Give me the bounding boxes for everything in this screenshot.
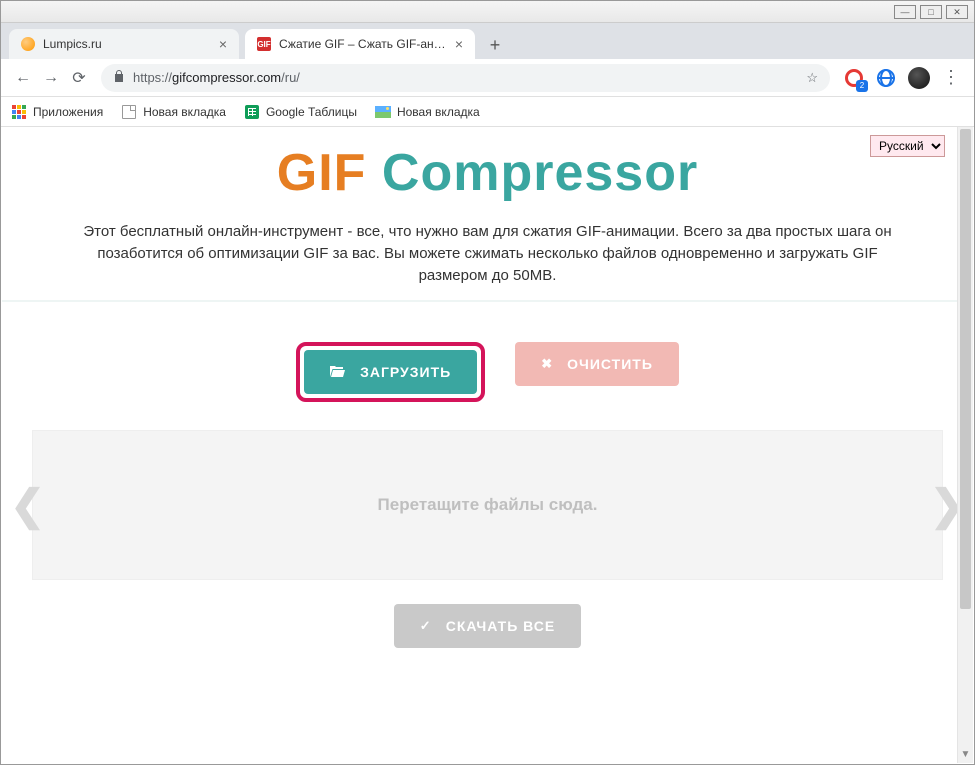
scroll-down-icon[interactable]: ▼ [958,747,973,763]
carousel-prev-button[interactable]: ❮ [10,481,45,530]
nav-reload-button[interactable]: ⟳ [65,64,93,92]
clear-button[interactable]: ✖ ОЧИСТИТЬ [515,342,679,386]
folder-open-icon [330,365,346,380]
browser-toolbar: ← → ⟳ https://gifcompressor.com/ru/ ☆ 2 … [1,59,974,97]
tab-close-icon[interactable]: × [219,36,227,52]
lock-icon [113,69,125,86]
bookmark-label: Новая вкладка [397,105,480,119]
url-path: /ru/ [281,70,300,85]
logo-part-compressor: Compressor [382,144,698,202]
vertical-scrollbar[interactable]: ▲ ▼ [957,127,973,763]
page-icon [121,104,137,120]
download-button-label: СКАЧАТЬ ВСЕ [446,618,555,634]
bookmark-label: Новая вкладка [143,105,226,119]
window-frame: — □ ✕ Lumpics.ru × GIF Сжатие GIF – Сжат… [0,0,975,765]
upload-button[interactable]: ЗАГРУЗИТЬ [304,350,477,394]
profile-avatar[interactable] [908,67,930,89]
upload-button-label: ЗАГРУЗИТЬ [360,364,451,380]
language-selector-wrap: Русский [870,135,945,157]
bookmark-newtab-1[interactable]: Новая вкладка [121,104,226,120]
divider [2,300,973,302]
window-close-button[interactable]: ✕ [946,5,968,19]
tab-close-icon[interactable]: × [455,36,463,52]
logo-part-gif: GIF [277,144,367,202]
window-maximize-button[interactable]: □ [920,5,942,19]
url-host: gifcompressor.com [172,70,281,85]
page-description: Этот бесплатный онлайн-инструмент - все,… [48,221,928,286]
tab-title: Сжатие GIF – Сжать GIF-анимац [279,37,447,51]
tab-lumpics[interactable]: Lumpics.ru × [9,29,239,59]
action-buttons-row: ЗАГРУЗИТЬ ✖ ОЧИСТИТЬ [2,342,973,402]
dropzone-text: Перетащите файлы сюда. [378,495,598,515]
tutorial-highlight: ЗАГРУЗИТЬ [296,342,485,402]
browser-menu-button[interactable]: ⋮ [936,67,966,88]
bookmark-star-icon[interactable]: ☆ [806,70,818,86]
window-minimize-button[interactable]: — [894,5,916,19]
download-all-button[interactable]: ✓ СКАЧАТЬ ВСЕ [394,604,581,648]
nav-forward-button[interactable]: → [37,64,65,92]
picture-icon [375,104,391,120]
site-logo: GIF Compressor [2,143,973,203]
bookmark-label: Приложения [33,105,103,119]
check-icon: ✓ [420,618,432,634]
favicon-icon: GIF [257,37,271,51]
scroll-thumb[interactable] [960,129,971,609]
address-bar[interactable]: https://gifcompressor.com/ru/ ☆ [101,64,830,92]
title-bar: — □ ✕ [1,1,974,23]
apps-grid-icon [11,104,27,120]
bookmark-apps[interactable]: Приложения [11,104,103,120]
new-tab-button[interactable]: + [481,31,509,59]
clear-button-label: ОЧИСТИТЬ [567,356,653,372]
tab-strip: Lumpics.ru × GIF Сжатие GIF – Сжать GIF-… [1,23,974,59]
tab-title: Lumpics.ru [43,37,211,51]
sheets-icon [244,104,260,120]
url-protocol: https:// [133,70,172,85]
extension-globe-icon[interactable] [874,66,898,90]
nav-back-button[interactable]: ← [9,64,37,92]
file-dropzone[interactable]: Перетащите файлы сюда. [32,430,943,580]
x-icon: ✖ [541,356,553,372]
bookmark-google-sheets[interactable]: Google Таблицы [244,104,357,120]
bookmark-label: Google Таблицы [266,105,357,119]
bookmark-newtab-2[interactable]: Новая вкладка [375,104,480,120]
favicon-icon [21,37,35,51]
page-viewport: Русский GIF Compressor Этот бесплатный о… [2,127,973,763]
extension-opera-icon[interactable]: 2 [842,66,866,90]
extension-badge: 2 [856,80,868,92]
bookmarks-bar: Приложения Новая вкладка Google Таблицы … [1,97,974,127]
language-select[interactable]: Русский [870,135,945,157]
dropzone-wrap: ❮ Перетащите файлы сюда. ❯ [32,430,943,580]
tab-gifcompressor[interactable]: GIF Сжатие GIF – Сжать GIF-анимац × [245,29,475,59]
